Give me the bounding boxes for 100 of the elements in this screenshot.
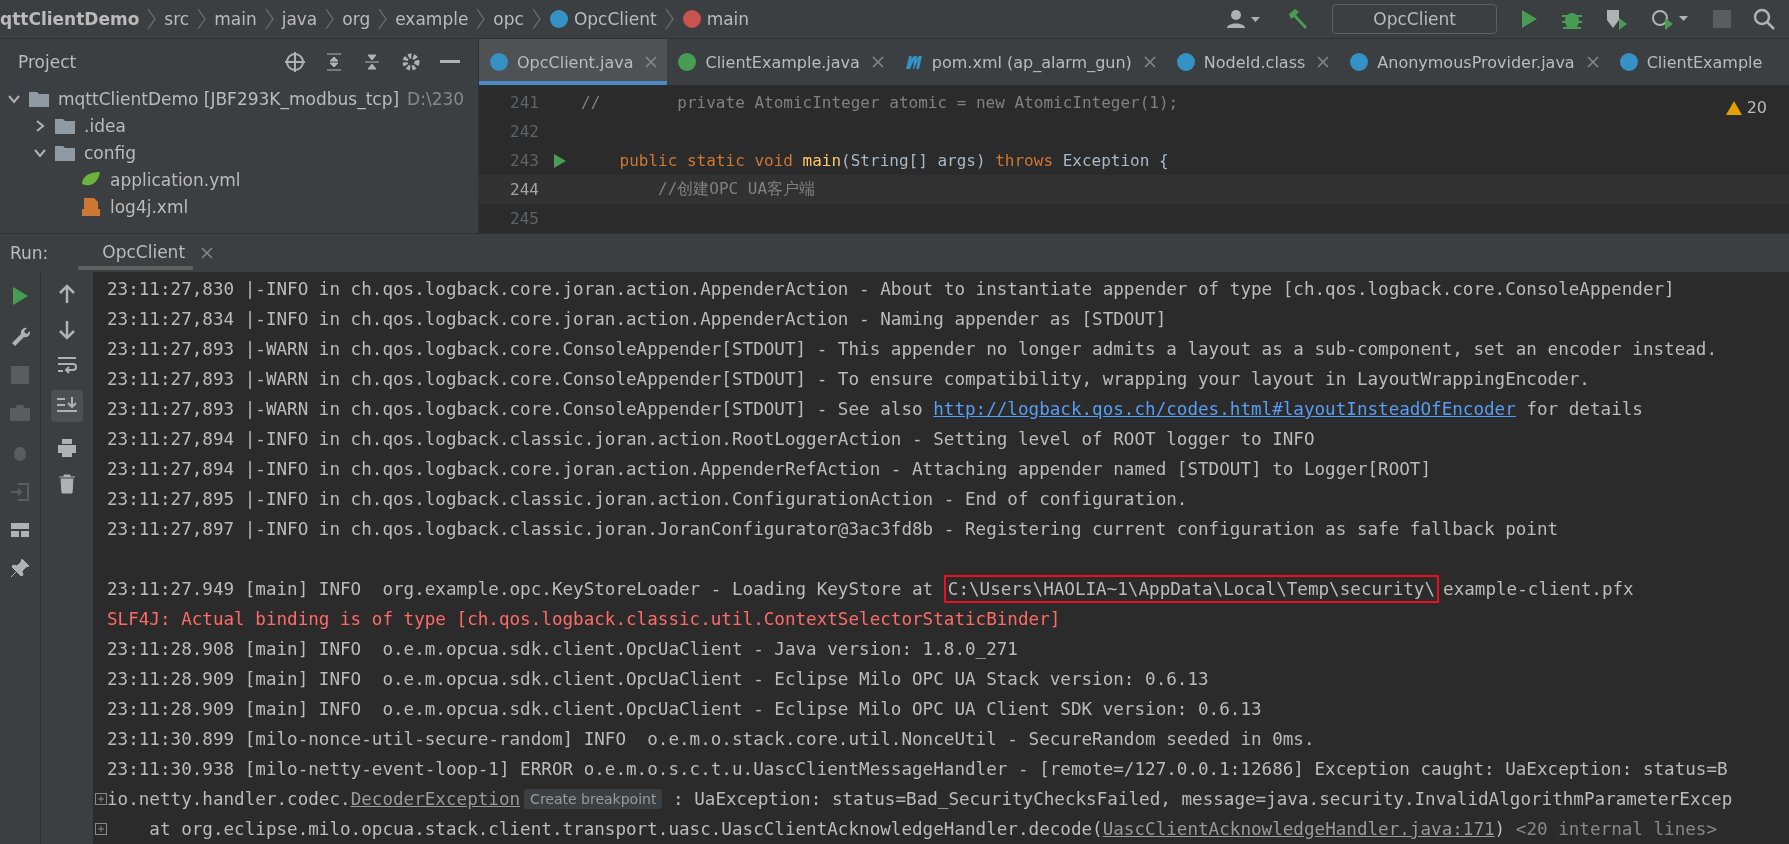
breadcrumb-item[interactable]: main (681, 9, 750, 29)
soft-wrap-icon[interactable] (57, 356, 77, 374)
console-text: at org.eclipse.milo.opcua.stack.client.transport.uasc.UascClientAcknowledgeHandler.decode( (148, 819, 1103, 839)
console-text: 23:11:27,895 |-INFO in ch.qos.logback.classic.joran.action.ConfigurationAction - End of configuration. (107, 489, 1188, 509)
chevron-icon (264, 8, 274, 30)
run-icon[interactable] (1519, 8, 1539, 30)
close-icon[interactable] (1143, 56, 1156, 68)
clock-icon[interactable] (1651, 8, 1691, 30)
tree-item[interactable]: mqttClientDemo [JBF293K_modbus_tcp] (58, 88, 400, 109)
line-number: 243 (509, 151, 539, 170)
console-text: 23:11:27,894 |-INFO in ch.qos.logback.classic.joran.action.RootLoggerAction - Setting level of ROOT logger to INFO (107, 429, 1315, 449)
close-icon[interactable] (871, 56, 884, 68)
editor-tab[interactable]: NodeId.class (1165, 39, 1340, 85)
chevron-icon (325, 8, 335, 30)
fold-icon[interactable] (95, 823, 107, 835)
run-label: Run: (10, 243, 49, 263)
console-text: 23:11:27,893 |-WARN in ch.qos.logback.core.ConsoleAppender[STDOUT] - See also (107, 399, 924, 419)
editor-tab[interactable]: ClientExample.java (667, 39, 894, 85)
tree-item[interactable]: .idea (84, 115, 126, 136)
console-text: 23:11:27,897 |-INFO in ch.qos.logback.classic.joran.JoranConfigurator@3ac3fd8b - Registering current configuration as safe fallback point (107, 519, 1559, 539)
code-line: // private AtomicInteger atomic = new AtomicInteger(1); (581, 93, 1179, 112)
project-view-selector[interactable]: Project (18, 52, 77, 72)
console-text: 23:11:27,894 |-INFO in ch.qos.logback.core.joran.action.AppenderRefAction - Attaching appender named [STDOUT] to Logger[ROOT] (107, 459, 1432, 479)
trash-icon[interactable] (58, 474, 76, 494)
run-configuration-dropdown[interactable]: OpcClient (1332, 4, 1497, 34)
path-note: D:\230 (407, 88, 465, 109)
tree-item[interactable]: application.yml (110, 169, 241, 190)
console-text: 23:11:27,830 |-INFO in ch.qos.logback.core.joran.action.AppenderAction - About to instantiate appender of type [ch.qos.logback.core.ConsoleAppender] (107, 279, 1675, 299)
warning-count[interactable]: 20 (1724, 98, 1767, 117)
warning-icon (1724, 99, 1743, 116)
chevron-icon (664, 8, 674, 30)
line-number: 241 (509, 93, 539, 112)
console-text: 23:11:27,834 |-INFO in ch.qos.logback.core.joran.action.AppenderAction - Naming appender as [STDOUT] (107, 309, 1167, 329)
highlighted-path: C:\Users\HAOLIA~1\AppData\Local\Temp\security\ (943, 575, 1440, 603)
layout-icon[interactable] (10, 522, 30, 538)
breadcrumb-item[interactable]: org (342, 9, 371, 29)
line-number: 242 (509, 122, 539, 141)
close-icon[interactable] (201, 247, 214, 259)
console-text: 23:11:30.938 [milo-netty-event-loop-1] ERROR o.e.m.o.s.c.t.u.UascClientMessageHandler - [remote=/127.0.0.1:12686] Exception caught: UaException: status=B (107, 759, 1728, 779)
down-arrow-icon[interactable] (58, 320, 76, 340)
run-tab[interactable]: OpcClient (78, 236, 194, 270)
close-icon[interactable] (1586, 56, 1599, 68)
breadcrumb-item[interactable]: example (395, 9, 469, 29)
maven-icon (903, 53, 924, 71)
chevron-icon (147, 8, 157, 30)
fold-icon[interactable] (95, 793, 107, 805)
editor-tab[interactable]: OpcClient.java (479, 39, 668, 85)
console-text: 23:11:27,893 |-WARN in ch.qos.logback.core.ConsoleAppender[STDOUT] - To ensure compatibility, wrapping your layout in LayoutWrappingEncoder. (107, 369, 1590, 389)
console-text: example-client.pfx (1443, 579, 1634, 599)
create-breakpoint-hint[interactable]: Create breakpoint (524, 789, 663, 809)
scroll-to-end-icon[interactable] (51, 390, 83, 422)
chevron-icon (531, 8, 541, 30)
breadcrumb-item[interactable]: main (214, 9, 257, 29)
tree-item[interactable]: config (84, 142, 137, 163)
console-text: 23:11:27.949 [main] INFO org.example.opc.KeyStoreLoader - Loading KeyStore at (107, 579, 935, 599)
breadcrumb-item[interactable]: opc (493, 9, 524, 29)
settings-icon[interactable] (400, 51, 422, 73)
console-text: SLF4J: Actual binding is of type [ch.qos.logback.classic.util.ContextSelectorStaticBinder] (107, 609, 1061, 629)
shield-icon[interactable] (1605, 8, 1629, 30)
close-icon[interactable] (1317, 56, 1330, 68)
run-icon[interactable] (553, 152, 567, 169)
chevron-icon (378, 8, 388, 30)
collapse-all-icon[interactable] (362, 52, 382, 72)
console-text: 23:11:28.909 [main] INFO o.e.m.opcua.sdk.client.OpcUaClient - Eclipse Milo OPC UA Stack version: 0.6.13 (107, 669, 1209, 689)
expand-all-icon[interactable] (324, 52, 344, 72)
printer-icon[interactable] (57, 438, 77, 458)
locate-icon[interactable] (284, 51, 306, 73)
line-number: 245 (509, 209, 539, 228)
console-text: for details (1525, 399, 1643, 419)
console-link[interactable]: http://logback.qos.ch/codes.html#layoutInsteadOfEncoder (933, 399, 1516, 419)
xml-file-icon (80, 196, 102, 217)
code-line: public static void main(String[] args) throws Exception { (618, 151, 1169, 170)
code-line: //创建OPC UA客户端 (657, 179, 816, 200)
run-icon[interactable] (11, 286, 29, 306)
chevron-icon (476, 8, 486, 30)
editor-tab[interactable]: AnonymousProvider.java (1339, 39, 1609, 85)
breadcrumb-item[interactable]: qttClientDemo (0, 9, 140, 29)
breadcrumb-item[interactable]: java (281, 9, 318, 29)
breadcrumb-item[interactable]: src (164, 9, 190, 29)
breadcrumb-item[interactable]: OpcClient (548, 9, 657, 29)
pin-icon[interactable] (10, 558, 30, 578)
console-text: 23:11:27,893 |-WARN in ch.qos.logback.core.ConsoleAppender[STDOUT] - This appender no longer admits a layout as a sub-component, set an encoder instead. (107, 339, 1718, 359)
editor-tab[interactable]: pom.xml (ap_alarm_gun) (893, 39, 1166, 85)
line-number: 244 (509, 180, 539, 199)
chevron-icon (197, 8, 207, 30)
up-arrow-icon[interactable] (58, 284, 76, 304)
tree-item[interactable]: log4j.xml (110, 196, 189, 217)
minimize-icon[interactable] (440, 60, 460, 64)
console-text: 23:11:28.909 [main] INFO o.e.m.opcua.sdk.client.OpcUaClient - Eclipse Milo OPC UA Client SDK version: 0.6.13 (107, 699, 1262, 719)
console-text: <20 internal lines> (1515, 819, 1718, 839)
search-icon[interactable] (1753, 8, 1775, 30)
console-text: io.netty.handler.codec. (107, 789, 351, 809)
console-link[interactable]: UascClientAcknowledgeHandler.java:171 (1102, 819, 1495, 839)
console-text: : UaException: status=Bad_SecurityChecksFailed, message=java.security.InvalidAlgorithmParameterExcep (672, 789, 1733, 809)
wrench-icon[interactable] (10, 326, 30, 346)
console-text: ) (1494, 819, 1507, 839)
console-link[interactable]: DecoderException (350, 789, 521, 809)
console-text: 23:11:30.899 [milo-nonce-util-secure-random] INFO o.e.m.o.stack.core.util.NonceUtil - SecureRandom seeded in 0ms. (107, 729, 1315, 749)
editor-tab[interactable]: ClientExample (1608, 39, 1773, 85)
console-text: 23:11:28.908 [main] INFO o.e.m.opcua.sdk.client.OpcUaClient - Java version: 1.8.0_271 (107, 639, 1018, 659)
